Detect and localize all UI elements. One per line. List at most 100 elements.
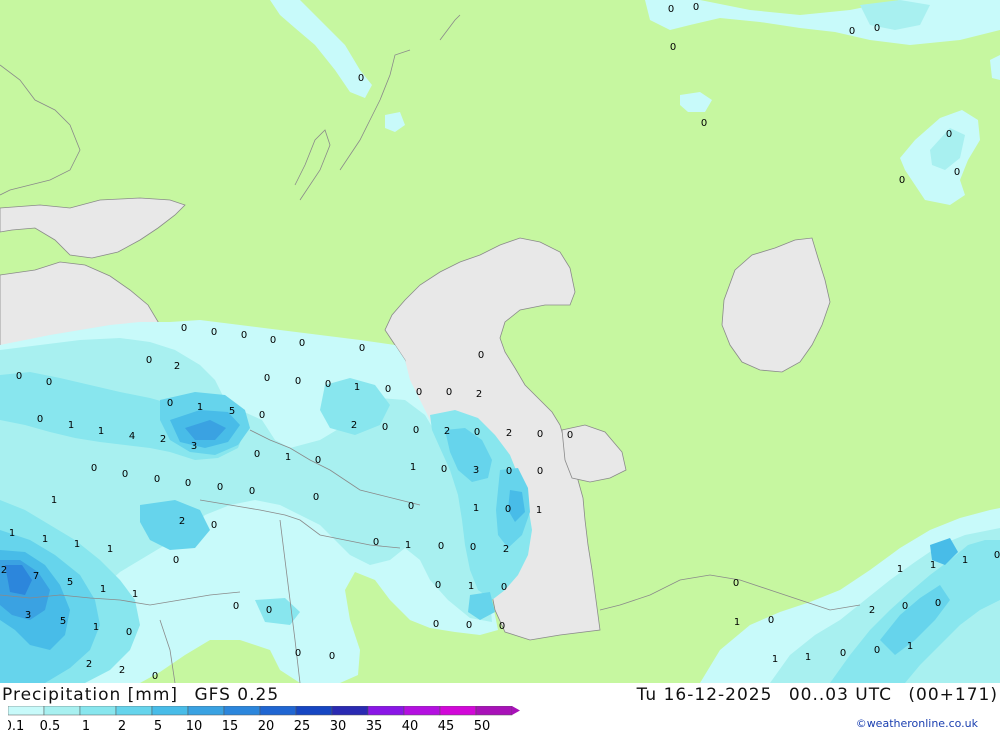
precip-value: 3 [191, 441, 197, 452]
precip-value: 2 [174, 361, 180, 372]
precip-value: 0 [506, 466, 512, 477]
precip-value: 0 [126, 627, 132, 638]
time-label: 00..03 UTC [788, 685, 892, 705]
precip-value: 0 [501, 582, 507, 593]
precip-value: 0 [433, 619, 439, 630]
credit-link[interactable]: ©weatheronline.co.uk [856, 717, 978, 730]
precip-value: 2 [119, 665, 125, 676]
precip-value: 0 [173, 555, 179, 566]
legend-swatch [367, 706, 405, 716]
precip-value: 2 [506, 428, 512, 439]
legend-label: 10 [186, 719, 203, 733]
legend-label: 2 [118, 719, 126, 733]
precip-value: 0 [37, 414, 43, 425]
precip-value: 1 [42, 534, 48, 545]
precip-value: 0 [91, 463, 97, 474]
precip-value: 0 [259, 410, 265, 421]
precip-value: 0 [154, 474, 160, 485]
precip-value: 1 [536, 505, 542, 516]
precip-value: 1 [197, 402, 203, 413]
precip-value: 1 [473, 503, 479, 514]
legend-label: 50 [474, 719, 491, 733]
precip-value: 0 [295, 648, 301, 659]
precip-value: 0 [733, 578, 739, 589]
precip-value: 1 [107, 544, 113, 555]
precip-value: 4 [129, 431, 135, 442]
precip-value: 0 [499, 621, 505, 632]
precip-value: 1 [132, 589, 138, 600]
legend-label: 25 [294, 719, 311, 733]
legend-label: 15 [222, 719, 239, 733]
precip-value: 0 [264, 373, 270, 384]
precip-value: 0 [249, 486, 255, 497]
legend-swatch [295, 706, 333, 716]
title-label: Precipitation [mm] [2, 685, 179, 705]
legend-swatch [187, 706, 225, 716]
precip-value: 0 [438, 541, 444, 552]
legend-label: 20 [258, 719, 275, 733]
precip-value: 0 [266, 605, 272, 616]
precip-value: 1 [410, 462, 416, 473]
precip-value: 1 [9, 528, 15, 539]
precip-value: 0 [46, 377, 52, 388]
precip-value: 0 [359, 343, 365, 354]
precip-value: 1 [354, 382, 360, 393]
precip-value: 0 [358, 73, 364, 84]
precip-value: 0 [270, 335, 276, 346]
precip-value: 2 [444, 426, 450, 437]
precip-value: 1 [68, 420, 74, 431]
legend-swatch [151, 706, 189, 716]
precip-value: 1 [772, 654, 778, 665]
legend-label: 0.5 [40, 719, 61, 733]
date-label: Tu 16-12-2025 [636, 685, 773, 705]
precip-value: 1 [734, 617, 740, 628]
precip-value: 0 [181, 323, 187, 334]
legend-label: 0.1 [8, 719, 24, 733]
precip-value: 1 [468, 581, 474, 592]
valid-time: Tu 16-12-2025 00..03 UTC (00+171) [627, 685, 998, 705]
precip-value: 2 [351, 420, 357, 431]
legend-label: 1 [82, 719, 90, 733]
precip-value: 2 [1, 565, 7, 576]
precip-value: 3 [25, 610, 31, 621]
precip-value: 0 [413, 425, 419, 436]
legend-label: 35 [366, 719, 383, 733]
precip-value: 1 [962, 555, 968, 566]
precip-value: 1 [100, 584, 106, 595]
precip-value: 1 [74, 539, 80, 550]
precip-value: 0 [233, 601, 239, 612]
precip-value: 2 [160, 434, 166, 445]
precip-value: 7 [33, 571, 39, 582]
legend-label: 45 [438, 719, 455, 733]
precip-value: 0 [325, 379, 331, 390]
legend-label: 30 [330, 719, 347, 733]
precip-value: 0 [299, 338, 305, 349]
precip-value: 2 [476, 389, 482, 400]
precip-value: 2 [86, 659, 92, 670]
legend-swatch [403, 706, 441, 716]
precip-value: 1 [285, 452, 291, 463]
precip-value: 0 [146, 355, 152, 366]
precip-value: 0 [470, 542, 476, 553]
legend-swatch [331, 706, 369, 716]
precip-value: 0 [313, 492, 319, 503]
precip-value: 0 [768, 615, 774, 626]
precip-value: 0 [874, 645, 880, 656]
precip-value: 0 [16, 371, 22, 382]
precip-value: 0 [435, 580, 441, 591]
precip-value: 3 [473, 465, 479, 476]
precip-value: 0 [567, 430, 573, 441]
precip-value: 1 [897, 564, 903, 575]
precip-value: 5 [60, 616, 66, 627]
lead-label: (00+171) [908, 685, 998, 705]
precip-value: 0 [185, 478, 191, 489]
precip-value: 0 [840, 648, 846, 659]
legend-swatch [79, 706, 117, 716]
legend-swatch [115, 706, 153, 716]
precip-value: 1 [93, 622, 99, 633]
precip-value: 0 [167, 398, 173, 409]
precip-value: 0 [478, 350, 484, 361]
precip-value: 1 [51, 495, 57, 506]
precip-value: 0 [211, 327, 217, 338]
precip-value: 2 [179, 516, 185, 527]
